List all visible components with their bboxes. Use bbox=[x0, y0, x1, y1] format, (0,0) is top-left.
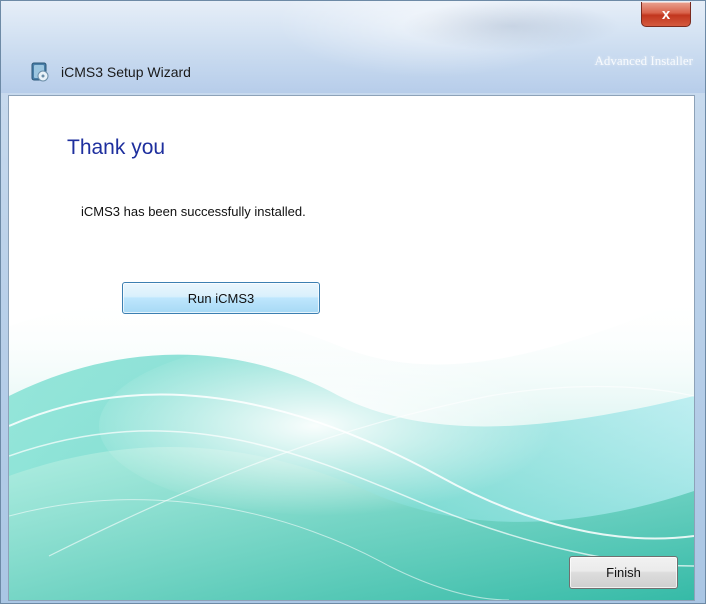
run-app-button[interactable]: Run iCMS3 bbox=[122, 282, 320, 314]
background-waves bbox=[9, 296, 694, 600]
title-bar-glass-highlight bbox=[401, 1, 621, 51]
close-button[interactable]: x bbox=[641, 2, 691, 27]
close-icon: x bbox=[661, 5, 671, 23]
brand-watermark: Advanced Installer bbox=[594, 53, 693, 68]
wizard-content: Thank you iCMS3 has been successfully in… bbox=[8, 95, 695, 601]
success-message: iCMS3 has been successfully installed. bbox=[81, 204, 306, 219]
page-heading: Thank you bbox=[67, 136, 166, 159]
installer-disc-icon bbox=[31, 62, 49, 82]
setup-wizard-window: iCMS3 Setup Wizard Advanced Installer x bbox=[0, 0, 706, 604]
window-title: iCMS3 Setup Wizard bbox=[61, 64, 191, 80]
title-bar[interactable]: iCMS3 Setup Wizard Advanced Installer x bbox=[1, 1, 705, 93]
finish-button[interactable]: Finish bbox=[569, 556, 678, 589]
